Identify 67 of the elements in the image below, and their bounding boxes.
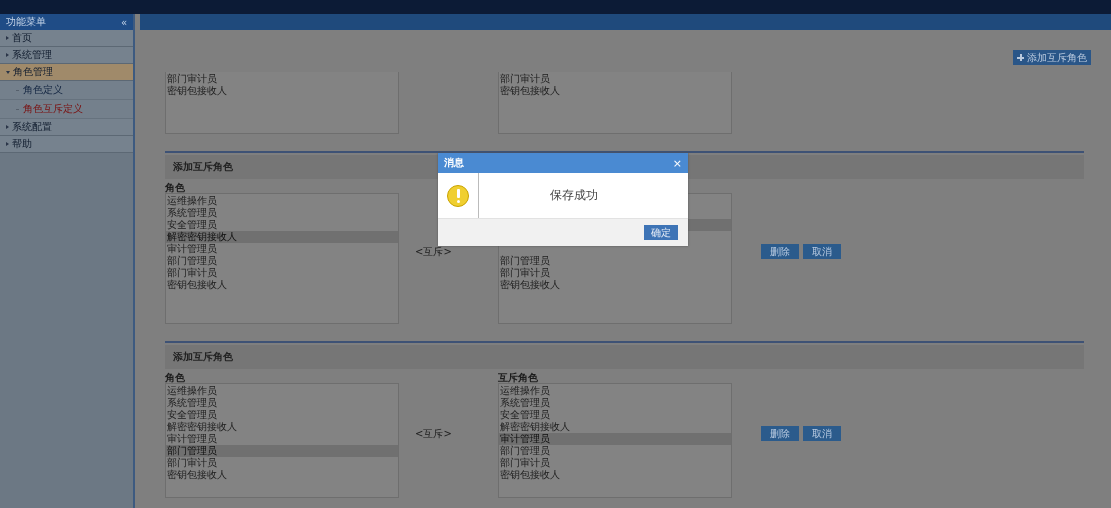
list-option[interactable]: 部门审计员: [166, 267, 398, 279]
sidebar-item[interactable]: 首页: [0, 30, 133, 47]
caret-icon: [6, 36, 9, 40]
list-label: 角色: [165, 371, 186, 383]
caret-icon: [6, 70, 10, 74]
list-option[interactable]: 部门管理员: [166, 255, 398, 267]
mutex-label: <互斥>: [415, 426, 453, 441]
dialog-title: 消息: [444, 156, 464, 170]
action-button[interactable]: 删除: [761, 426, 799, 441]
sidebar-item[interactable]: 系统配置: [0, 119, 133, 136]
list-option[interactable]: 安全管理员: [166, 409, 398, 421]
list-option[interactable]: 系统管理员: [499, 397, 731, 409]
list-option[interactable]: 部门管理员: [499, 445, 731, 457]
action-button[interactable]: 取消: [803, 426, 841, 441]
list-option[interactable]: 审计管理员: [499, 433, 731, 445]
list-option[interactable]: 审计管理员: [166, 243, 398, 255]
list-option[interactable]: 密钥包接收人: [499, 279, 731, 291]
add-button[interactable]: 添加互斥角色: [1013, 50, 1091, 65]
list-option[interactable]: 密钥包接收人: [166, 85, 398, 97]
list-option[interactable]: 部门审计员: [499, 73, 731, 85]
list-box[interactable]: 部门审计员 密钥包接收人: [165, 72, 399, 134]
list-option[interactable]: 系统管理员: [166, 207, 398, 219]
list-option[interactable]: 安全管理员: [499, 409, 731, 421]
ok-button[interactable]: 确定: [644, 225, 678, 240]
sidebar-subitem[interactable]: 角色定义: [0, 81, 133, 100]
list-option[interactable]: 运维操作员: [499, 385, 731, 397]
list-option[interactable]: 运维操作员: [166, 195, 398, 207]
list-option[interactable]: 运维操作员: [166, 385, 398, 397]
plus-icon: [1017, 54, 1024, 61]
mutex-label: <互斥>: [415, 244, 453, 259]
list-option[interactable]: 部门审计员: [499, 457, 731, 469]
list-option[interactable]: 解密密钥接收人: [166, 421, 398, 433]
list-option[interactable]: 部门审计员: [166, 73, 398, 85]
list-option[interactable]: 密钥包接收人: [166, 469, 398, 481]
sidebar-item[interactable]: 帮助: [0, 136, 133, 153]
sidebar-item[interactable]: 系统管理: [0, 47, 133, 64]
action-button[interactable]: 删除: [761, 244, 799, 259]
caret-icon: [6, 53, 9, 57]
list-option[interactable]: 密钥包接收人: [499, 469, 731, 481]
list-option[interactable]: 部门审计员: [499, 267, 731, 279]
list-box[interactable]: 运维操作员 系统管理员 安全管理员 解密密钥接收人 审计管理员 部门管理员 部门审计员 密钥包接收人: [165, 193, 399, 324]
list-option[interactable]: 密钥包接收人: [166, 279, 398, 291]
list-box[interactable]: 运维操作员 系统管理员 安全管理员 解密密钥接收人 审计管理员 部门管理员 部门审计员 密钥包接收人: [498, 383, 732, 498]
list-label: 角色: [165, 181, 186, 193]
sidebar-item[interactable]: 角色管理: [0, 64, 133, 81]
section-title: 添加互斥角色: [173, 160, 233, 174]
list-box[interactable]: 运维操作员 系统管理员 安全管理员 解密密钥接收人 审计管理员 部门管理员 部门审计员 密钥包接收人: [165, 383, 399, 498]
collapse-button[interactable]: «: [120, 16, 127, 28]
exclamation-icon: [447, 184, 469, 207]
list-option[interactable]: 部门管理员: [499, 255, 731, 267]
list-label: 互斥角色: [498, 371, 539, 383]
list-option[interactable]: 审计管理员: [166, 433, 398, 445]
list-option[interactable]: 部门审计员: [166, 457, 398, 469]
sidebar-subitem[interactable]: 角色互斥定义: [0, 100, 133, 119]
list-box[interactable]: 部门审计员 密钥包接收人: [498, 72, 732, 134]
caret-icon: [6, 125, 9, 129]
action-button[interactable]: 取消: [803, 244, 841, 259]
list-option[interactable]: 安全管理员: [166, 219, 398, 231]
list-option[interactable]: 部门管理员: [166, 445, 398, 457]
caret-icon: [6, 142, 9, 146]
list-option[interactable]: 系统管理员: [166, 397, 398, 409]
section-title: 添加互斥角色: [173, 350, 233, 364]
list-option[interactable]: 密钥包接收人: [499, 85, 731, 97]
sidebar-title: 功能菜单: [6, 15, 46, 29]
list-option[interactable]: 解密密钥接收人: [166, 231, 398, 243]
list-option[interactable]: 解密密钥接收人: [499, 421, 731, 433]
close-button[interactable]: ×: [672, 156, 682, 170]
